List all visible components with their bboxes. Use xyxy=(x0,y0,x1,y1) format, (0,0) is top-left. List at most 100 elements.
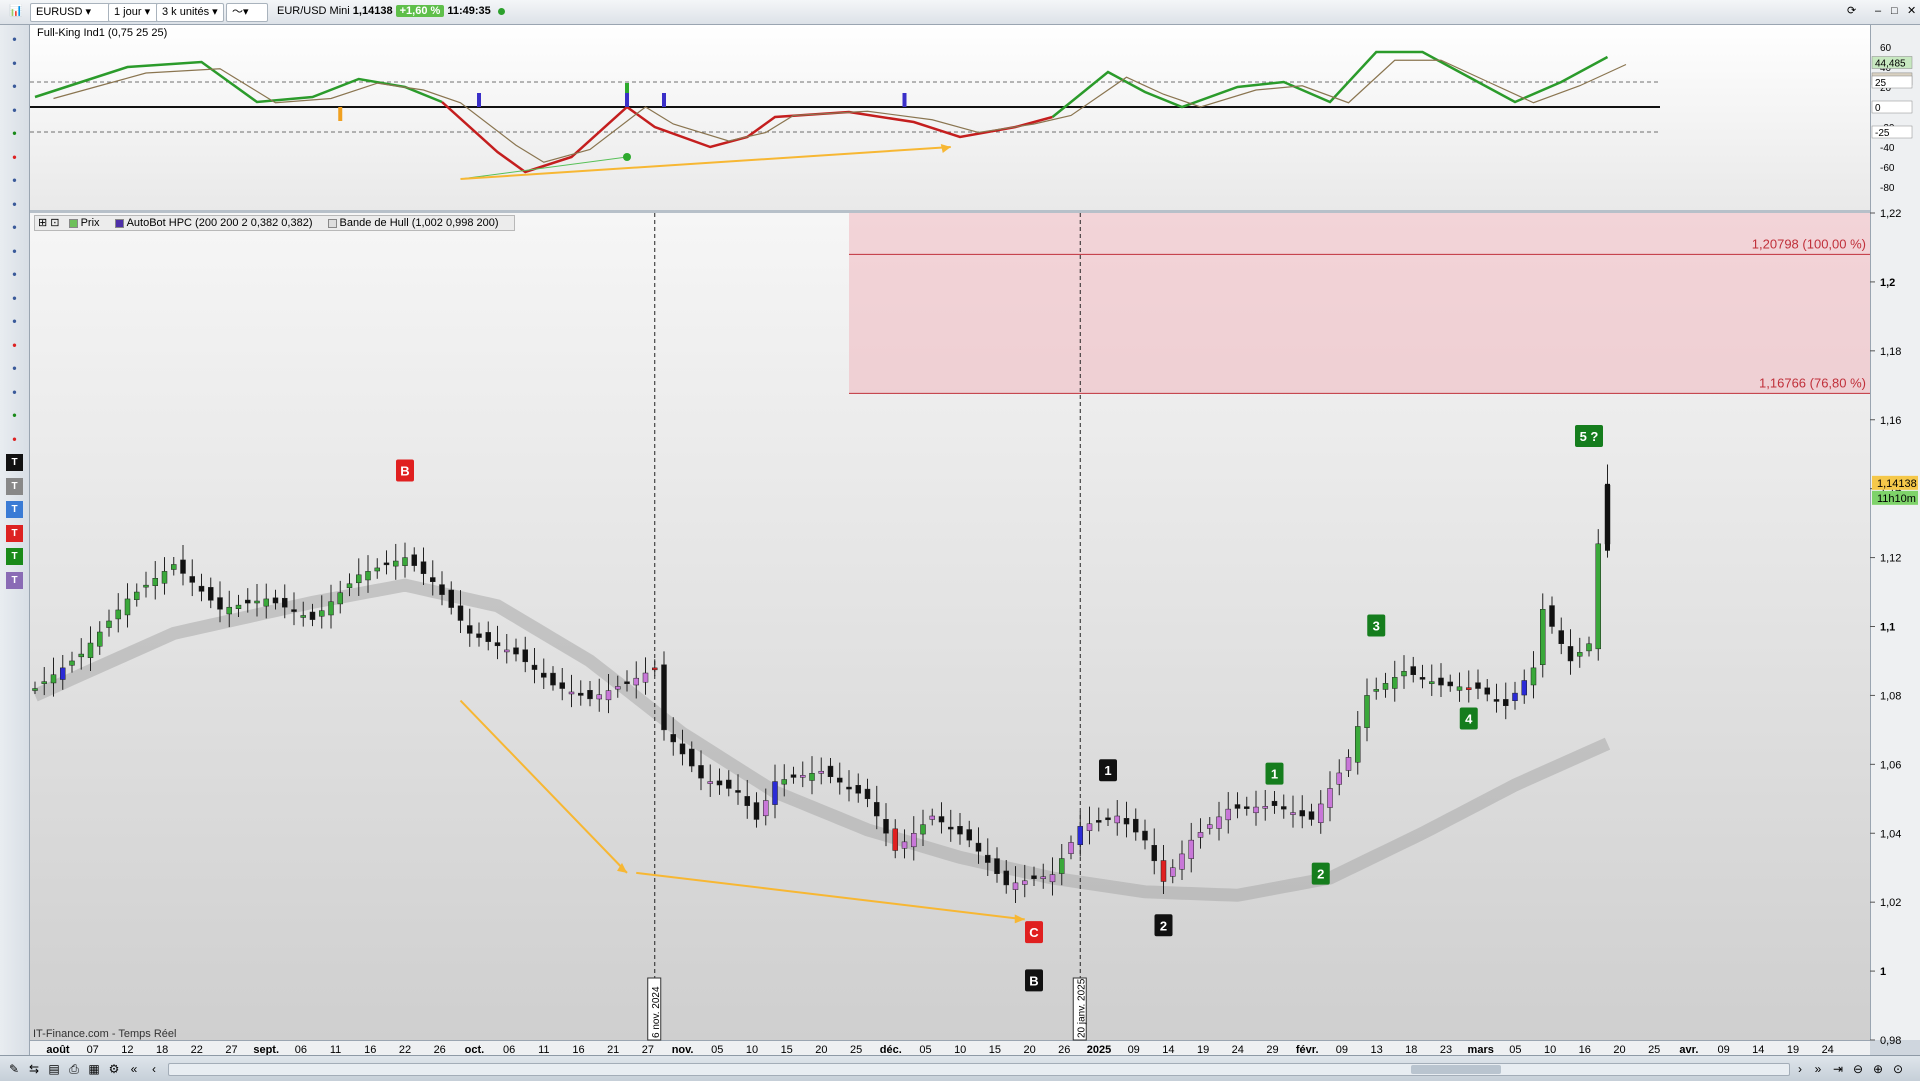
candle-body xyxy=(1271,800,1278,806)
candle-body xyxy=(467,625,473,634)
arrow-head xyxy=(1014,914,1025,924)
zoom-in-icon[interactable]: ⊕ xyxy=(1870,1061,1886,1077)
candle-body xyxy=(1419,677,1426,680)
candle-body xyxy=(1521,680,1527,696)
candle-body xyxy=(1234,804,1241,809)
candle-body xyxy=(494,642,501,647)
candle-body xyxy=(374,567,380,572)
candle-body xyxy=(1364,695,1370,728)
candle-body xyxy=(1244,806,1250,809)
current-price-label: 1,14138 xyxy=(1877,478,1917,490)
candle-body xyxy=(1327,788,1333,808)
candle-body xyxy=(1096,820,1102,823)
candle-body xyxy=(670,734,676,743)
layers-icon[interactable]: ▤ xyxy=(46,1061,62,1077)
osc-divergence-arrow xyxy=(460,146,951,180)
y-tick-label: 1,12 xyxy=(1880,553,1901,565)
draw-mode-icon[interactable]: ✎ xyxy=(6,1061,22,1077)
candle-body xyxy=(1197,832,1204,838)
print-icon[interactable]: ⎙ xyxy=(66,1061,82,1077)
candle-body xyxy=(1447,681,1453,687)
wave-label: 2 xyxy=(1317,867,1324,882)
candle-body xyxy=(346,583,353,589)
osc-tick-label: -40 xyxy=(1880,143,1895,154)
candle-body xyxy=(161,571,168,584)
candle-body xyxy=(411,554,417,566)
candle-body xyxy=(929,815,935,820)
candle-body xyxy=(587,690,593,700)
candle-body xyxy=(1003,870,1009,886)
osc-divergence-line xyxy=(460,156,628,180)
candle-body xyxy=(1225,808,1231,821)
candle-body xyxy=(263,598,269,607)
candle-body xyxy=(578,692,584,696)
candle-body xyxy=(309,611,316,620)
candle-body xyxy=(1456,686,1463,691)
sync-icon[interactable]: ⇆ xyxy=(26,1061,42,1077)
candle-body xyxy=(633,677,639,686)
candle-body xyxy=(1142,830,1148,841)
zoom-out-icon[interactable]: ⊖ xyxy=(1850,1061,1866,1077)
osc-signal-bar xyxy=(902,93,907,107)
candle-body xyxy=(1114,815,1120,824)
candle-body xyxy=(522,649,528,663)
settings-icon[interactable]: ⚙ xyxy=(106,1061,122,1077)
scroll-left-icon[interactable]: « xyxy=(126,1061,142,1077)
candle-body xyxy=(735,790,741,793)
candle-body xyxy=(1466,687,1472,690)
step-left-icon[interactable]: ‹ xyxy=(146,1061,162,1077)
candle-body xyxy=(217,597,223,610)
osc-value-label: -25 xyxy=(1875,128,1890,139)
candle-body xyxy=(1540,609,1546,666)
step-right-icon[interactable]: › xyxy=(1792,1061,1808,1077)
candle-body xyxy=(430,577,436,582)
candle-body xyxy=(1179,853,1185,870)
candle-body xyxy=(1512,692,1518,701)
candle-body xyxy=(615,686,621,690)
zoom-reset-icon[interactable]: ⊙ xyxy=(1890,1061,1906,1077)
candle-body xyxy=(1022,880,1028,885)
candle-body xyxy=(1605,483,1610,551)
candle-body xyxy=(328,601,334,616)
candle-body xyxy=(1355,726,1361,763)
candle-body xyxy=(69,660,75,666)
y-tick-label: 1 xyxy=(1880,966,1886,978)
candle-body xyxy=(938,816,945,823)
candle-body xyxy=(60,667,66,680)
go-latest-icon[interactable]: ⇥ xyxy=(1830,1061,1846,1077)
candle-body xyxy=(245,599,251,604)
candle-body xyxy=(1216,816,1222,829)
fib-label-768: 1,16766 (76,80 %) xyxy=(1759,375,1866,390)
candle-body xyxy=(550,672,556,686)
scroll-right-icon[interactable]: » xyxy=(1810,1061,1826,1077)
osc-value-label: 25 xyxy=(1875,78,1887,89)
osc-signal-bar xyxy=(625,83,629,93)
arrow-head xyxy=(940,144,951,153)
candle-body xyxy=(1308,811,1315,820)
y-tick-label: 1,02 xyxy=(1880,897,1901,909)
candle-body xyxy=(1438,677,1444,686)
candle-body xyxy=(966,829,972,841)
divergence-arrow xyxy=(636,871,1025,921)
y-tick-label: 1,22 xyxy=(1880,208,1901,220)
candle-body xyxy=(818,770,824,774)
chart-canvas[interactable]: 1,20798 (100,00 %) 1,16766 (76,80 %) 6 nov… xyxy=(0,0,1920,1080)
wave-label: 4 xyxy=(1465,712,1473,727)
candle-body xyxy=(1345,757,1352,771)
candle-body xyxy=(226,606,232,615)
wave-label: 3 xyxy=(1373,619,1380,634)
candle-body xyxy=(846,786,852,790)
candle-body xyxy=(1086,823,1093,831)
candle-body xyxy=(1290,812,1296,815)
candle-body xyxy=(87,642,94,658)
candle-body xyxy=(393,560,399,567)
candle-body xyxy=(975,842,982,852)
time-scrollbar[interactable] xyxy=(168,1063,1790,1076)
candle-body xyxy=(1401,671,1407,677)
grid-icon[interactable]: ▦ xyxy=(86,1061,102,1077)
fib-label-100: 1,20798 (100,00 %) xyxy=(1752,236,1866,251)
candle-body xyxy=(642,672,649,683)
scrollbar-thumb[interactable] xyxy=(1411,1065,1501,1074)
candle-body xyxy=(171,564,177,570)
wave-label: B xyxy=(1029,973,1038,988)
